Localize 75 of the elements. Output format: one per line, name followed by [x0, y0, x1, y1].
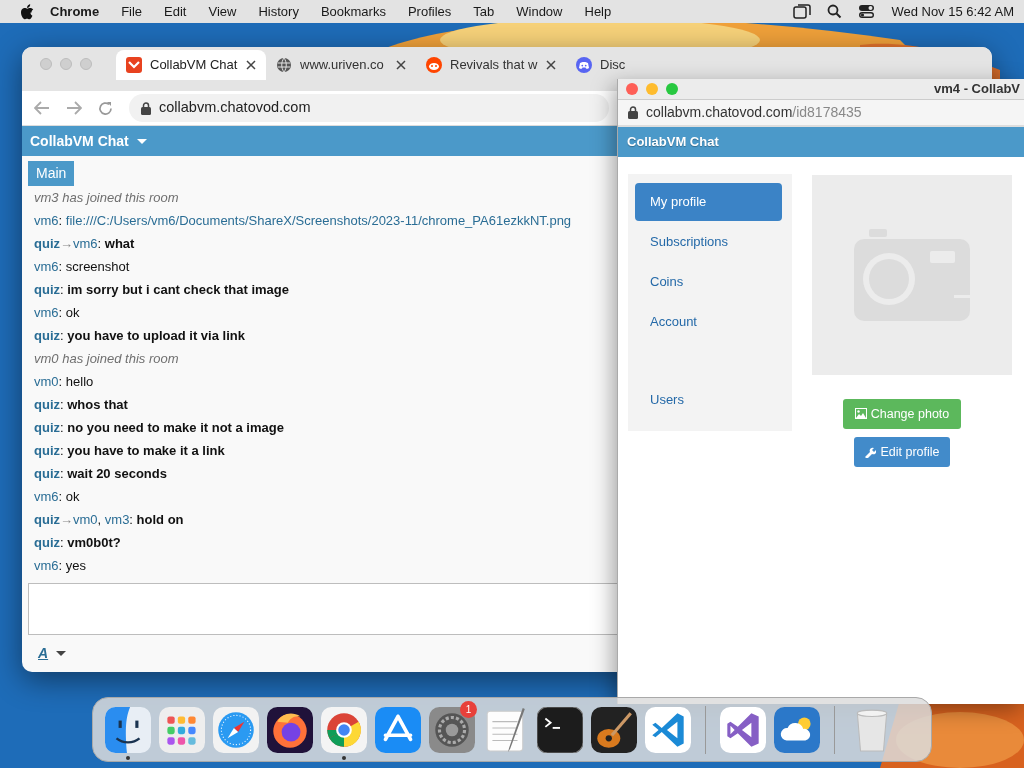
wrench-icon [864, 446, 877, 458]
sidebar-item[interactable]: Coins [635, 263, 782, 301]
close-icon[interactable] [246, 60, 256, 70]
face-icon[interactable] [105, 706, 151, 753]
alien-face-icon [426, 57, 442, 73]
compass-icon[interactable] [213, 706, 259, 753]
collab-logo-icon [126, 57, 142, 73]
menu-item[interactable]: Bookmarks [320, 1, 386, 22]
chat-message: vm6: ok [34, 304, 80, 322]
lock-icon [628, 106, 638, 119]
cloud-icon[interactable] [774, 706, 820, 753]
toggle-icon[interactable] [858, 4, 876, 19]
close-icon[interactable] [396, 60, 406, 70]
gamepad-icon [576, 57, 592, 73]
chat-message: vm6: file:///C:/Users/vm6/Documents/ShareX/Screenshots/2023-11/chrome_PA61ezkkNT.png [34, 212, 572, 230]
chat-message: vm6: screenshot [34, 258, 130, 276]
globe-icon [276, 57, 292, 73]
chat-message: vm6: ok [34, 488, 80, 506]
sidebar-item[interactable]: Subscriptions [635, 223, 782, 261]
chat-message: vm6: yes [34, 557, 87, 575]
app-menu[interactable]: Chrome [50, 1, 100, 22]
address-bar[interactable]: collabvm.chatovod.com [129, 94, 609, 122]
window-control[interactable] [626, 83, 638, 95]
menu-item[interactable]: History [258, 1, 299, 22]
search-icon[interactable] [827, 4, 843, 19]
lock-icon [141, 101, 151, 115]
fox-icon[interactable] [267, 706, 313, 753]
apple-icon[interactable] [20, 3, 34, 20]
menu-item[interactable]: File [121, 1, 143, 22]
menu-item[interactable]: Help [584, 1, 612, 22]
close-icon[interactable] [546, 60, 556, 70]
file-link[interactable]: file:///C:/Users/vm6/Documents/ShareX/Screenshots/2023-11/chrome_PA61ezkkNT.png [65, 213, 572, 228]
edit-profile-button[interactable]: Edit profile [854, 437, 950, 467]
clock[interactable]: Wed Nov 15 6:42 AM [891, 1, 1014, 22]
chat-message: quiz: no you need to make it not a image [34, 419, 284, 437]
browser-tab[interactable]: www.uriven.co [266, 50, 416, 80]
text-format-button[interactable]: A [38, 643, 49, 664]
window-switch-icon[interactable] [793, 4, 812, 19]
chat-message: quiz: you have to upload it via link [34, 327, 245, 345]
reload-icon[interactable] [98, 100, 113, 116]
caret-icon[interactable] [56, 651, 67, 656]
sidebar-item[interactable]: My profile [635, 183, 782, 221]
menu-item[interactable]: Window [516, 1, 563, 22]
system-message: vm0 has joined this room [34, 350, 179, 368]
chat-message: quiz→vm0, vm3: hold on [34, 511, 184, 529]
browser-tab[interactable]: CollabVM Chat [116, 50, 266, 80]
menu-item[interactable]: View [208, 1, 237, 22]
back-icon[interactable] [34, 101, 50, 115]
code-editor-icon[interactable] [645, 706, 691, 753]
menu-item[interactable]: Edit [164, 1, 187, 22]
menu-item[interactable]: Tab [473, 1, 495, 22]
system-message: vm3 has joined this room [34, 189, 179, 207]
chat-message: quiz→vm6: what [34, 235, 135, 253]
guitar-icon[interactable] [591, 706, 637, 753]
sidebar-item[interactable]: Users [635, 381, 782, 419]
crossed-sticks-icon[interactable] [375, 706, 421, 753]
chat-message: quiz: whos that [34, 396, 128, 414]
browser-tab[interactable]: Revivals that w [416, 50, 566, 80]
notification-badge: 1 [460, 701, 477, 718]
chat-message: quiz: you have to make it a link [34, 442, 225, 460]
gear-icon[interactable] [429, 706, 475, 753]
ribbon-icon[interactable] [720, 706, 766, 753]
image-icon [854, 408, 867, 420]
app-grid-icon[interactable] [159, 706, 205, 753]
terminal-icon[interactable] [537, 706, 583, 753]
chat-message: quiz: wait 20 seconds [34, 465, 167, 483]
window-title: vm4 - CollabV [934, 80, 1020, 99]
sidebar-item[interactable]: Account [635, 303, 782, 341]
menu-item[interactable]: Profiles [407, 1, 452, 22]
url-text: collabvm.chatovod.com/id8178435 [646, 103, 862, 122]
forward-icon[interactable] [66, 101, 82, 115]
chat-message: quiz: im sorry but i cant check that image [34, 281, 290, 299]
chat-message: vm0: hello [34, 373, 94, 391]
browser-tab[interactable]: Disc [566, 50, 641, 80]
chat-message: quiz: vm0b0t? [34, 534, 121, 552]
